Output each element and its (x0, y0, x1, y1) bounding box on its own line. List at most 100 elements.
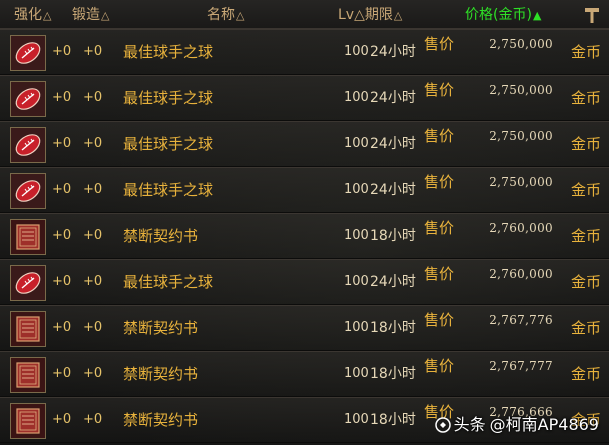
item-list: +0 +0 最佳球手之球 100 24小时 售价 2,750,000 金币 +0… (0, 29, 609, 443)
item-level: 100 (344, 228, 369, 243)
item-duration: 24小时 (370, 90, 416, 106)
header-lv-qixian[interactable]: Lv△期限△ (338, 6, 402, 25)
sort-triangle-icon: △ (236, 9, 245, 22)
sell-price-label: 售价 (424, 127, 455, 145)
sell-price-label: 售价 (424, 357, 455, 375)
watermark-author: @柯南AP4869 (489, 415, 599, 434)
duanzao-value: +0 (83, 182, 103, 197)
item-slot[interactable] (10, 265, 46, 301)
item-level: 100 (344, 44, 369, 59)
qianghua-value: +0 (52, 320, 72, 335)
table-row[interactable]: +0 +0 最佳球手之球 100 24小时 售价 2,750,000 金币 (0, 75, 609, 121)
football-item-icon (11, 128, 45, 162)
qianghua-value: +0 (52, 182, 72, 197)
item-slot[interactable] (10, 403, 46, 439)
item-level: 100 (344, 412, 369, 427)
item-slot[interactable] (10, 219, 46, 255)
item-price: 2,760,000 (489, 221, 553, 235)
table-row[interactable]: +0 +0 禁断契约书 100 18小时 售价 2,760,000 金币 (0, 213, 609, 259)
duanzao-value: +0 (83, 274, 103, 289)
sell-price-label: 售价 (424, 219, 455, 237)
item-slot[interactable] (10, 357, 46, 393)
contract-book-icon (11, 312, 45, 346)
item-price: 2,767,776 (489, 313, 553, 327)
qianghua-value: +0 (52, 366, 72, 381)
item-name[interactable]: 禁断契约书 (123, 365, 198, 383)
watermark: 头条 @柯南AP4869 (434, 413, 599, 437)
item-duration: 24小时 (370, 44, 416, 60)
item-slot[interactable] (10, 311, 46, 347)
item-slot[interactable] (10, 173, 46, 209)
watermark-source: 头条 (453, 415, 486, 434)
item-level: 100 (344, 90, 369, 105)
hammer-icon[interactable] (584, 6, 600, 24)
header-duanzao[interactable]: 锻造△ (72, 6, 109, 25)
sell-price-label: 售价 (424, 81, 455, 99)
currency-label: 金币 (571, 319, 602, 337)
item-price: 2,760,000 (489, 267, 553, 281)
qianghua-value: +0 (52, 412, 72, 427)
table-row[interactable]: +0 +0 禁断契约书 100 18小时 售价 2,767,776 金币 (0, 305, 609, 351)
item-slot[interactable] (10, 127, 46, 163)
header-duanzao-label: 锻造 (72, 7, 100, 23)
item-name[interactable]: 最佳球手之球 (123, 273, 213, 291)
item-duration: 18小时 (370, 320, 416, 336)
contract-book-icon (11, 220, 45, 254)
table-row[interactable]: +0 +0 最佳球手之球 100 24小时 售价 2,750,000 金币 (0, 121, 609, 167)
header-mingcheng[interactable]: 名称△ (207, 6, 244, 25)
item-duration: 18小时 (370, 366, 416, 382)
header-qianghua-label: 强化 (14, 7, 42, 23)
item-slot[interactable] (10, 35, 46, 71)
header-jiage-label: 价格(金币) (465, 7, 532, 23)
duanzao-value: +0 (83, 320, 103, 335)
table-row[interactable]: +0 +0 最佳球手之球 100 24小时 售价 2,760,000 金币 (0, 259, 609, 305)
item-name[interactable]: 最佳球手之球 (123, 181, 213, 199)
qianghua-value: +0 (52, 136, 72, 151)
item-level: 100 (344, 320, 369, 335)
currency-label: 金币 (571, 181, 602, 199)
qianghua-value: +0 (52, 228, 72, 243)
sort-active-triangle-icon: ▲ (532, 9, 542, 22)
auction-window: 强化△ 锻造△ 名称△ Lv△期限△ 价格(金币)▲ +0 +0 最佳球手之球 … (0, 0, 609, 445)
item-name[interactable]: 最佳球手之球 (123, 135, 213, 153)
item-level: 100 (344, 182, 369, 197)
item-duration: 18小时 (370, 228, 416, 244)
table-row[interactable]: +0 +0 最佳球手之球 100 24小时 售价 2,750,000 金币 (0, 167, 609, 213)
sell-price-label: 售价 (424, 35, 455, 53)
item-slot[interactable] (10, 81, 46, 117)
item-level: 100 (344, 136, 369, 151)
item-name[interactable]: 禁断契约书 (123, 319, 198, 337)
duanzao-value: +0 (83, 366, 103, 381)
item-duration: 24小时 (370, 182, 416, 198)
sell-price-label: 售价 (424, 265, 455, 283)
sort-triangle-icon: △ (393, 9, 403, 22)
item-price: 2,750,000 (489, 83, 553, 97)
football-item-icon (11, 82, 45, 116)
item-name[interactable]: 最佳球手之球 (123, 89, 213, 107)
duanzao-value: +0 (83, 44, 103, 59)
item-price: 2,750,000 (489, 129, 553, 143)
currency-label: 金币 (571, 227, 602, 245)
item-duration: 24小时 (370, 136, 416, 152)
watermark-logo-icon (434, 417, 451, 433)
item-name[interactable]: 禁断契约书 (123, 411, 198, 429)
qianghua-value: +0 (52, 90, 72, 105)
sort-triangle-icon: △ (101, 9, 110, 22)
table-header: 强化△ 锻造△ 名称△ Lv△期限△ 价格(金币)▲ (0, 0, 609, 29)
currency-label: 金币 (571, 365, 602, 383)
duanzao-value: +0 (83, 90, 103, 105)
currency-label: 金币 (571, 89, 602, 107)
currency-label: 金币 (571, 273, 602, 291)
header-qianghua[interactable]: 强化△ (14, 6, 51, 25)
table-row[interactable]: +0 +0 禁断契约书 100 18小时 售价 2,767,777 金币 (0, 351, 609, 397)
item-name[interactable]: 禁断契约书 (123, 227, 198, 245)
header-jiage[interactable]: 价格(金币)▲ (465, 6, 541, 25)
item-level: 100 (344, 366, 369, 381)
item-price: 2,767,777 (489, 359, 553, 373)
duanzao-value: +0 (83, 228, 103, 243)
table-row[interactable]: +0 +0 最佳球手之球 100 24小时 售价 2,750,000 金币 (0, 29, 609, 75)
item-price: 2,750,000 (489, 37, 553, 51)
item-duration: 18小时 (370, 412, 416, 428)
item-name[interactable]: 最佳球手之球 (123, 43, 213, 61)
item-duration: 24小时 (370, 274, 416, 290)
